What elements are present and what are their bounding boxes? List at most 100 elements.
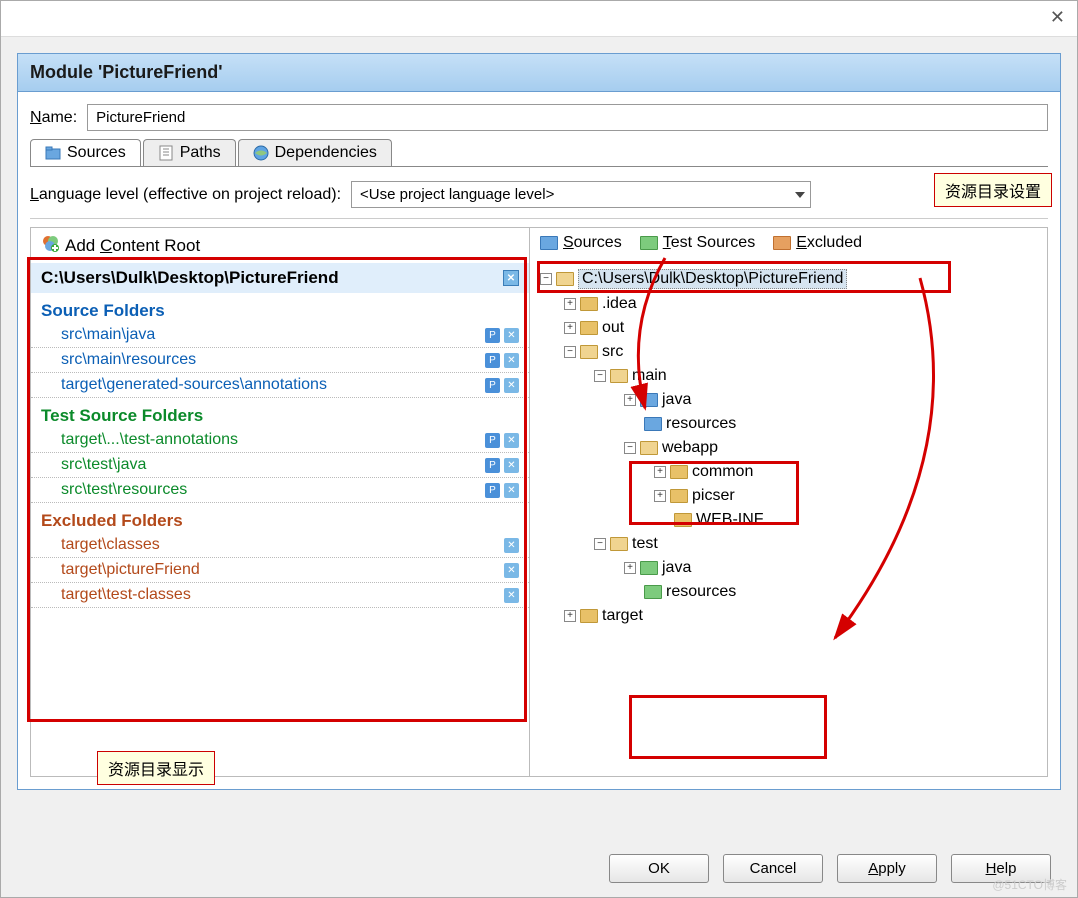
tree-root[interactable]: −C:\Users\Dulk\Desktop\PictureFriend [540,266,1037,292]
excluded-folder-item[interactable]: target\classes✕ [31,533,529,558]
source-folders-title: Source Folders [31,293,529,323]
titlebar: ✕ [1,1,1077,37]
tree-node-test-java[interactable]: +java [540,556,1037,580]
remove-root-icon[interactable]: ✕ [503,270,519,286]
remove-icon[interactable]: ✕ [504,563,519,578]
tree-node-common[interactable]: +common [540,460,1037,484]
expander-icon[interactable]: + [654,466,666,478]
tree-node-webapp[interactable]: −webapp [540,436,1037,460]
tree-node-picser[interactable]: +picser [540,484,1037,508]
test-folders-title: Test Source Folders [31,398,529,428]
tree-node-test-resources[interactable]: resources [540,580,1037,604]
tab-sources[interactable]: Sources [30,139,141,166]
source-folder-item[interactable]: target\generated-sources\annotationsP✕ [31,373,529,398]
remove-icon[interactable]: ✕ [504,328,519,343]
folder-blue-icon [644,417,662,431]
remove-icon[interactable]: ✕ [504,433,519,448]
properties-icon[interactable]: P [485,353,500,368]
excluded-folders-title: Excluded Folders [31,503,529,533]
tree-node-target[interactable]: +target [540,604,1037,628]
properties-icon[interactable]: P [485,458,500,473]
close-icon[interactable]: ✕ [1050,7,1065,28]
language-level-row: Language level (effective on project rel… [30,173,1048,219]
excluded-folder-item[interactable]: target\test-classes✕ [31,583,529,608]
folder-green-icon [640,236,658,250]
properties-icon[interactable]: P [485,328,500,343]
folder-orange-icon [773,236,791,250]
directory-tree: −C:\Users\Dulk\Desktop\PictureFriend +.i… [530,258,1047,636]
folder-blue-icon [540,236,558,250]
expander-icon[interactable]: − [594,370,606,382]
watermark: @51CTO博客 [992,876,1067,893]
tree-node-resources[interactable]: resources [540,412,1037,436]
mark-as-bar: Sources Test Sources Excluded [530,228,1047,258]
expander-icon[interactable]: + [624,562,636,574]
test-folder-item[interactable]: target\...\test-annotationsP✕ [31,428,529,453]
mark-sources[interactable]: Sources [540,234,622,252]
expander-icon[interactable]: − [540,273,552,285]
dialog-buttons: OK Cancel Apply Help [609,854,1051,883]
content-root-path: C:\Users\Dulk\Desktop\PictureFriend [41,268,339,288]
folder-icon [580,321,598,335]
language-level-select[interactable]: <Use project language level> [351,181,811,208]
remove-icon[interactable]: ✕ [504,458,519,473]
tree-node-main[interactable]: −main [540,364,1037,388]
tree-node-src[interactable]: −src [540,340,1037,364]
source-folder-item[interactable]: src\main\javaP✕ [31,323,529,348]
properties-icon[interactable]: P [485,433,500,448]
tree-node-out[interactable]: +out [540,316,1037,340]
callout-display: 资源目录显示 [97,751,215,785]
tree-node-test[interactable]: −test [540,532,1037,556]
apply-button[interactable]: Apply [837,854,937,883]
test-folder-item[interactable]: src\test\javaP✕ [31,453,529,478]
content-root-row[interactable]: C:\Users\Dulk\Desktop\PictureFriend ✕ [31,263,529,293]
mark-excluded[interactable]: Excluded [773,234,862,252]
cancel-button[interactable]: Cancel [723,854,823,883]
expander-icon[interactable]: + [564,610,576,622]
test-folder-item[interactable]: src\test\resourcesP✕ [31,478,529,503]
remove-icon[interactable]: ✕ [504,588,519,603]
folder-icon [580,297,598,311]
folder-icon [610,537,628,551]
properties-icon[interactable]: P [485,483,500,498]
folder-icon [610,369,628,383]
mark-test-sources[interactable]: Test Sources [640,234,755,252]
expander-icon[interactable]: − [594,538,606,550]
folder-icon [674,513,692,527]
module-title: Module 'PictureFriend' [18,54,1060,92]
remove-icon[interactable]: ✕ [504,353,519,368]
tree-node-webinf[interactable]: WEB-INF [540,508,1037,532]
tab-deps-label: Dependencies [275,144,377,162]
name-label: Name: [30,109,77,127]
expander-icon[interactable]: − [564,346,576,358]
content-roots-pane: Add Content Root C:\Users\Dulk\Desktop\P… [30,227,530,777]
name-input[interactable] [87,104,1048,131]
folder-icon [580,609,598,623]
remove-icon[interactable]: ✕ [504,378,519,393]
tab-paths[interactable]: Paths [143,139,236,166]
tree-node-idea[interactable]: +.idea [540,292,1037,316]
folder-icon [670,465,688,479]
expander-icon[interactable]: + [624,394,636,406]
module-panel: Module 'PictureFriend' Name: Sources [17,53,1061,790]
tree-pane: Sources Test Sources Excluded −C:\Users\… [530,227,1048,777]
tab-dependencies[interactable]: Dependencies [238,139,392,166]
deps-tab-icon [253,145,269,161]
add-content-root[interactable]: Add Content Root [31,228,529,263]
ok-button[interactable]: OK [609,854,709,883]
folder-icon [580,345,598,359]
tab-sources-label: Sources [67,144,126,162]
expander-icon[interactable]: − [624,442,636,454]
excluded-folder-item[interactable]: target\pictureFriend✕ [31,558,529,583]
expander-icon[interactable]: + [564,298,576,310]
expander-icon[interactable]: + [564,322,576,334]
sources-tab-icon [45,145,61,161]
folder-icon [556,272,574,286]
dialog-window: ✕ Module 'PictureFriend' Name: Sources [0,0,1078,898]
properties-icon[interactable]: P [485,378,500,393]
tree-node-java[interactable]: +java [540,388,1037,412]
source-folder-item[interactable]: src\main\resourcesP✕ [31,348,529,373]
remove-icon[interactable]: ✕ [504,538,519,553]
remove-icon[interactable]: ✕ [504,483,519,498]
expander-icon[interactable]: + [654,490,666,502]
